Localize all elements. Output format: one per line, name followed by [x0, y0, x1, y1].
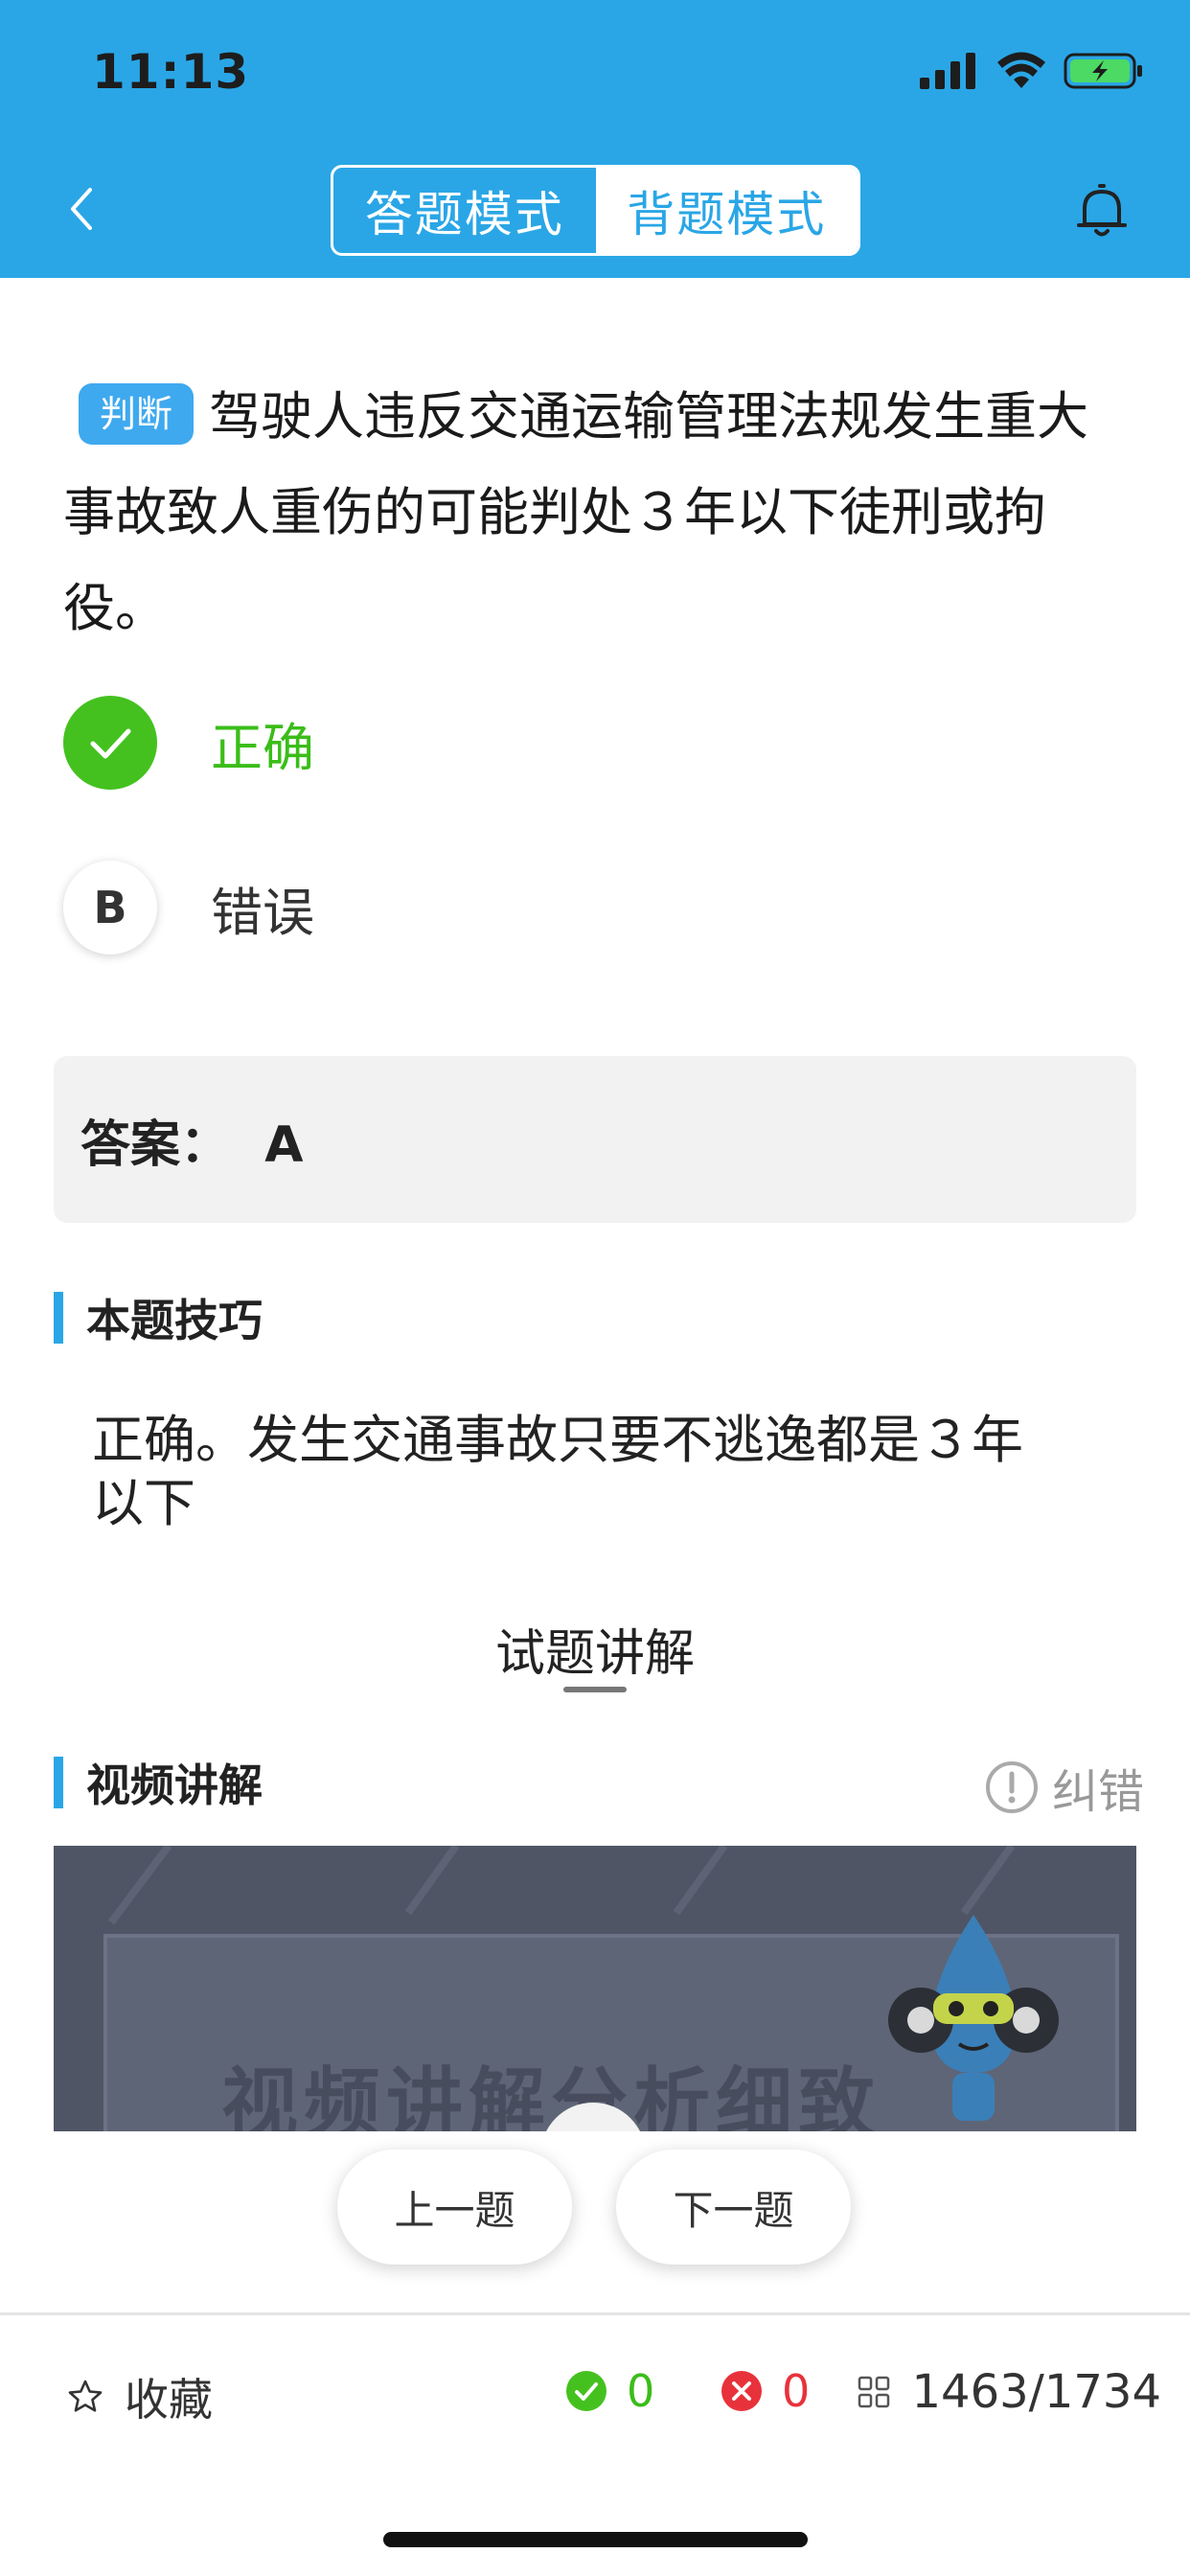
tip-section-title: 本题技巧: [86, 1295, 263, 1346]
wifi-icon: [997, 52, 1045, 88]
question-text-block: 判断 驾驶人违反交通运输管理法规发生重大事故致人重伤的可能判处３年以下徒刑或拘役。: [63, 369, 1136, 656]
tip-section-header: 本题技巧: [54, 1291, 263, 1346]
option-b[interactable]: B 错误: [63, 860, 926, 955]
mode-toggle: 答题模式 背题模式: [331, 165, 860, 256]
check-circle-icon: [566, 2371, 606, 2411]
option-a[interactable]: 正确: [63, 695, 926, 791]
question-text: 驾驶人违反交通运输管理法规发生重大事故致人重伤的可能判处３年以下徒刑或拘役。: [63, 386, 1089, 638]
report-error-label: 纠错: [1051, 1765, 1144, 1819]
signal-icon: [920, 53, 975, 89]
answer-box: 答案： A: [54, 1056, 1136, 1223]
option-b-letter: B: [63, 861, 157, 954]
correct-check-icon: [63, 696, 157, 790]
question-type-tag: 判断: [79, 383, 195, 446]
tab-answer-mode[interactable]: 答题模式: [333, 168, 596, 253]
favorite-button[interactable]: 收藏: [67, 2365, 213, 2428]
tab-memorize-mode[interactable]: 背题模式: [595, 168, 858, 253]
star-icon: [68, 2380, 103, 2412]
top-header: 11:13 答题模式 背题模式: [0, 0, 1190, 278]
wrong-count: 0: [721, 2365, 810, 2417]
wrong-count-value: 0: [782, 2365, 811, 2417]
cross-circle-icon: [721, 2371, 762, 2411]
bottom-divider: [0, 2312, 1190, 2315]
video-caption: 视频讲解分析细致: [221, 2059, 881, 2131]
section-accent-bar: [54, 1292, 63, 1344]
tip-content: 正确。发生交通事故只要不逃逸都是３年以下: [92, 1410, 1023, 1533]
section-accent-bar: [54, 1757, 63, 1808]
next-question-button[interactable]: 下一题: [616, 2150, 851, 2265]
back-chevron-icon[interactable]: [54, 180, 111, 238]
report-error-button[interactable]: 纠错: [985, 1754, 1144, 1821]
tab-lecture[interactable]: 试题讲解: [0, 1613, 1190, 1685]
exclamation-circle-icon: [985, 1761, 1038, 1813]
bell-icon[interactable]: [1071, 180, 1133, 242]
status-icons: [920, 52, 1144, 90]
video-section-header: 视频讲解: [54, 1756, 263, 1811]
bottom-bar: 收藏 0 0 1463/1734: [0, 2338, 1190, 2444]
tab-lecture-indicator: [563, 1687, 627, 1692]
progress-button[interactable]: 1463/1734: [857, 2365, 1161, 2419]
option-a-label: 正确: [211, 717, 314, 778]
video-player[interactable]: 视频讲解分析细致: [54, 1846, 1136, 2131]
option-b-label: 错误: [211, 882, 314, 943]
mascot-icon: [888, 1915, 1059, 2121]
correct-count-value: 0: [627, 2365, 655, 2417]
status-time: 11:13: [92, 44, 250, 100]
prev-question-button[interactable]: 上一题: [337, 2150, 572, 2265]
progress-value: 1463/1734: [911, 2365, 1161, 2419]
home-indicator[interactable]: [383, 2532, 808, 2547]
battery-icon: [1064, 53, 1142, 89]
favorite-label: 收藏: [125, 2374, 213, 2426]
answer-text: 答案： A: [80, 1116, 304, 1174]
grid-icon: [858, 2376, 889, 2408]
correct-count: 0: [565, 2365, 654, 2417]
video-section-title: 视频讲解: [86, 1760, 263, 1811]
